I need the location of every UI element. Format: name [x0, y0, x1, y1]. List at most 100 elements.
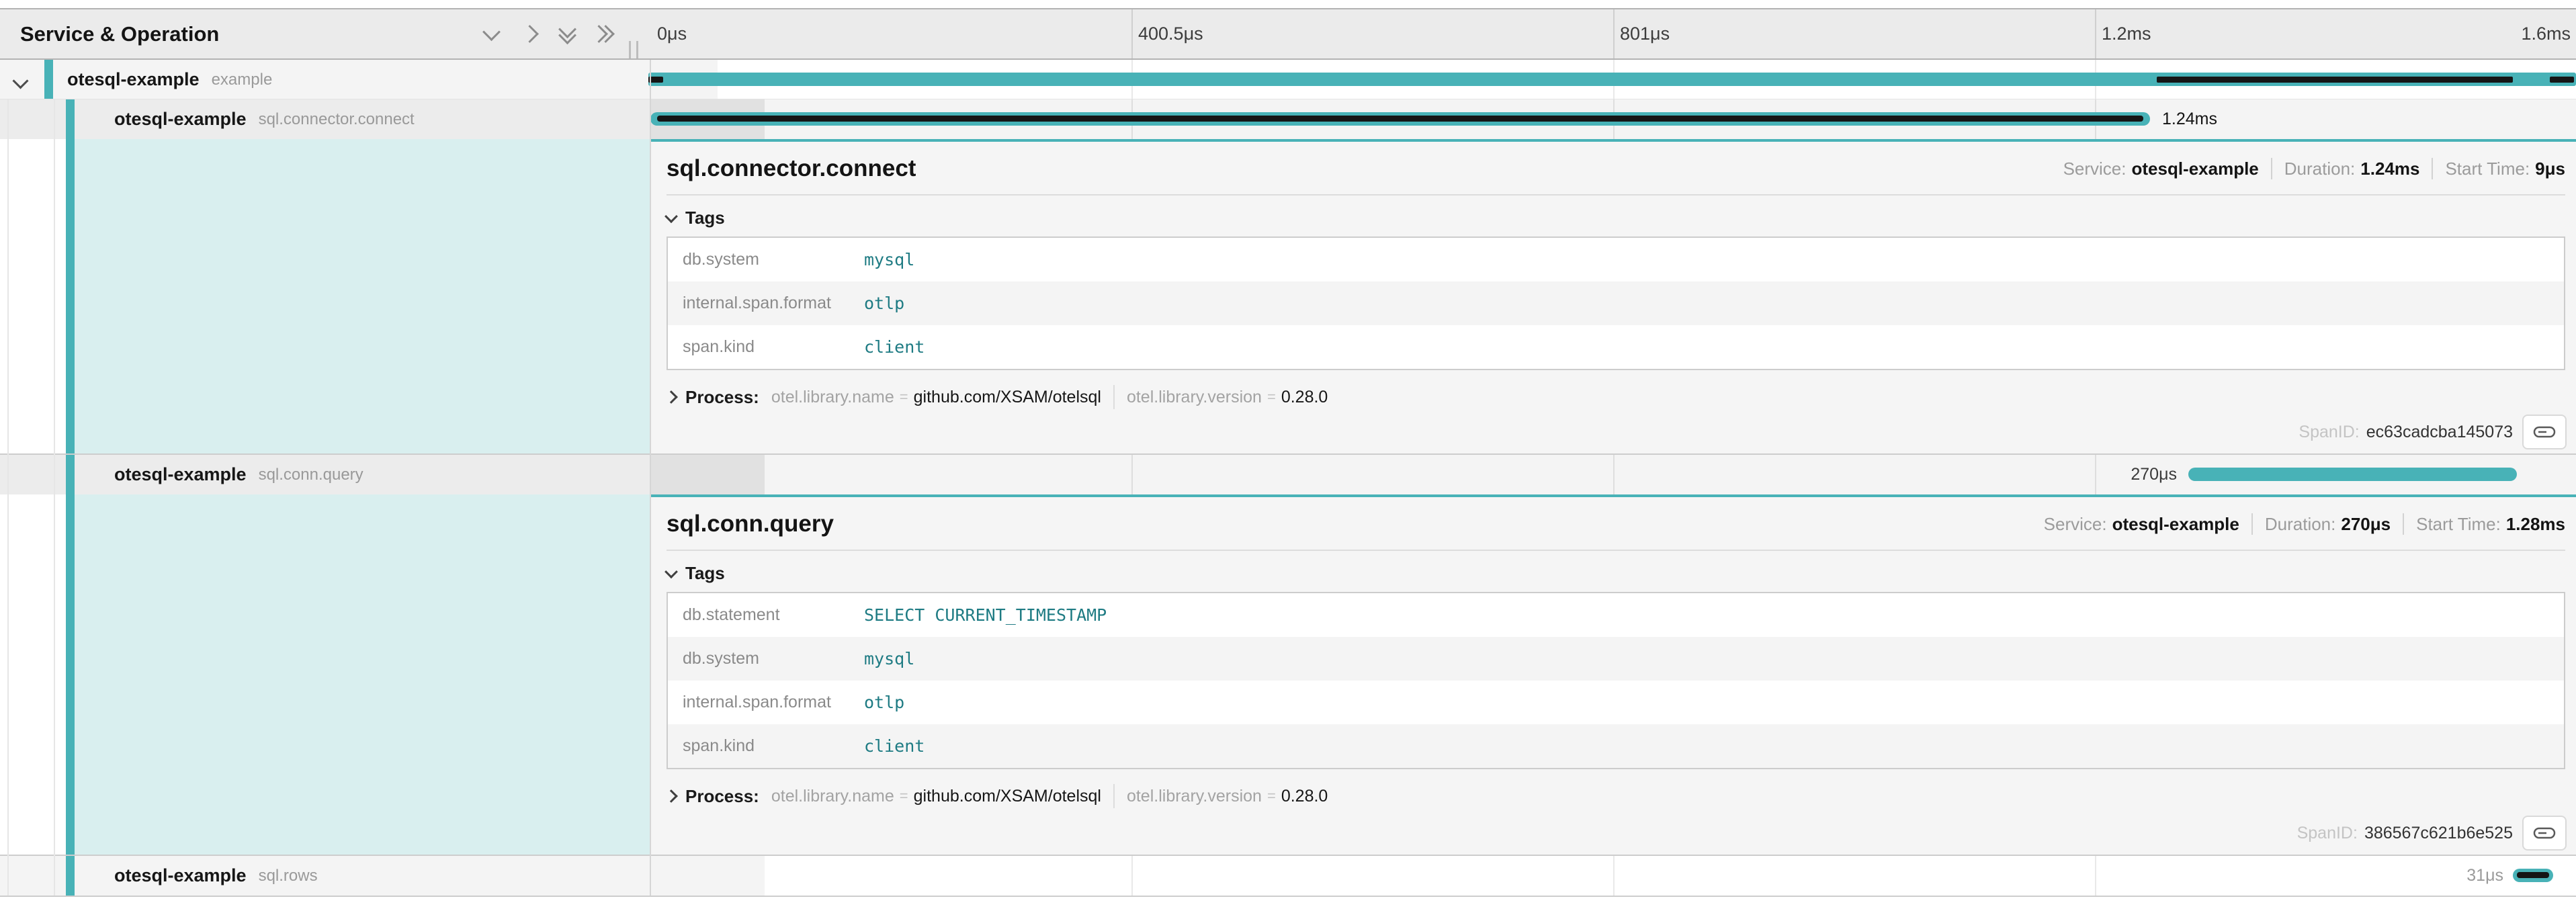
tag-value: client — [864, 337, 925, 357]
link-icon — [2532, 423, 2557, 441]
span-id-label: SpanID: — [2297, 824, 2358, 843]
span-duration-label: 270μs — [2076, 467, 2177, 482]
tags-section-label: Tags — [685, 563, 725, 584]
duration-value: 270μs — [2341, 514, 2391, 535]
tag-value: otlp — [864, 294, 904, 313]
copy-span-link-button[interactable] — [2522, 816, 2567, 851]
span-row-sql-rows[interactable]: otesql-example sql.rows — [0, 856, 2576, 896]
start-time-value: 9μs — [2535, 159, 2565, 179]
tag-row: span.kind client — [668, 724, 2564, 768]
process-key: otel.library.version — [1127, 388, 1262, 407]
child-span-mark — [2157, 77, 2513, 83]
process-value: github.com/XSAM/otelsql — [914, 787, 1101, 806]
tag-row: span.kind client — [668, 325, 2564, 369]
meta-divider — [2251, 513, 2253, 535]
double-chevron-down-icon — [561, 25, 574, 44]
meta-divider — [2403, 513, 2404, 535]
tags-section-toggle[interactable]: Tags — [667, 563, 2576, 584]
service-color-strip — [66, 856, 75, 896]
tag-key: db.statement — [683, 605, 864, 625]
chevron-down-icon — [482, 23, 501, 41]
timeline-header: Service & Operation 0μs 400.5μs 801μs 1.… — [0, 8, 2576, 60]
process-key: otel.library.name — [771, 388, 894, 407]
tree-guide-line — [54, 99, 55, 896]
tag-value: client — [864, 736, 925, 756]
span-duration-label: 1.24ms — [2162, 112, 2217, 126]
collapse-children-icon[interactable] — [12, 73, 28, 89]
span-detail-sql-conn-query: sql.conn.query Service:otesql-example Du… — [0, 494, 2576, 856]
tag-value: mysql — [864, 250, 914, 269]
service-name: otesql-example — [67, 69, 200, 90]
tag-row: db.system mysql — [668, 637, 2564, 681]
span-detail-panel: sql.connector.connect Service:otesql-exa… — [651, 139, 2576, 455]
tag-key: db.system — [683, 250, 864, 269]
service-color-strip — [66, 455, 75, 494]
timeline-tick-label: 0μs — [657, 9, 687, 58]
operation-name: example — [212, 71, 273, 89]
tag-value: SELECT CURRENT_TIMESTAMP — [864, 605, 1107, 625]
span-detail-title: sql.connector.connect — [667, 155, 916, 182]
tags-table: db.system mysql internal.span.format otl… — [667, 236, 2565, 370]
detail-divider — [667, 194, 2565, 196]
service-name: otesql-example — [114, 464, 247, 485]
process-section-toggle[interactable]: Process: otel.library.name = github.com/… — [667, 385, 2576, 409]
link-icon — [2532, 824, 2557, 842]
duration-value: 1.24ms — [2360, 159, 2419, 179]
tag-key: internal.span.format — [683, 294, 864, 313]
span-bar-sql-conn-query[interactable] — [2188, 468, 2517, 481]
tag-row: internal.span.format otlp — [668, 681, 2564, 724]
copy-span-link-button[interactable] — [2522, 415, 2567, 449]
span-detail-title: sql.conn.query — [667, 511, 834, 537]
tree-guide-line — [7, 99, 9, 896]
tags-section-toggle[interactable]: Tags — [667, 208, 2576, 228]
tags-table: db.statement SELECT CURRENT_TIMESTAMP db… — [667, 592, 2565, 769]
double-chevron-right-icon — [593, 28, 612, 40]
header-gridline — [2095, 9, 2096, 58]
operation-name: sql.rows — [259, 867, 318, 885]
process-label: Process: — [685, 387, 759, 408]
span-id-label: SpanID: — [2299, 423, 2359, 442]
timeline-tick-label: 801μs — [1620, 9, 1670, 58]
tag-key: internal.span.format — [683, 693, 864, 712]
column-resizer[interactable] — [629, 41, 638, 58]
tag-key: span.kind — [683, 736, 864, 756]
trace-timeline-view: otesql-example example otesql-example sq… — [0, 0, 2576, 911]
service-color-strip — [66, 139, 75, 455]
equals-sign: = — [900, 787, 908, 805]
header-gridline — [1131, 9, 1133, 58]
service-operation-header: Service & Operation — [20, 9, 219, 58]
service-value: otesql-example — [2112, 514, 2239, 535]
expand-all-button[interactable] — [587, 9, 617, 58]
tag-value: otlp — [864, 693, 904, 712]
list-bottom-border — [0, 896, 2576, 897]
top-strip — [0, 0, 2576, 8]
process-divider — [1113, 385, 1115, 409]
collapse-all-button[interactable] — [552, 9, 582, 58]
expand-one-button[interactable] — [515, 9, 544, 58]
span-timeline-cell[interactable] — [651, 856, 2576, 896]
tag-row: db.system mysql — [668, 238, 2564, 281]
meta-divider — [2271, 158, 2272, 179]
span-id-value: 386567c621b6e525 — [2364, 824, 2513, 843]
timeline-tick-label: 400.5μs — [1138, 9, 1203, 58]
tag-value: mysql — [864, 649, 914, 668]
service-color-strip — [66, 494, 75, 856]
expanded-span-indent-fill — [75, 139, 650, 455]
header-gridline — [1613, 9, 1615, 58]
detail-divider — [667, 550, 2565, 551]
duration-label: Duration: — [2265, 514, 2336, 535]
span-bar-sql-rows[interactable] — [2513, 869, 2553, 882]
process-label: Process: — [685, 786, 759, 807]
collapse-one-button[interactable] — [476, 9, 506, 58]
process-section-toggle[interactable]: Process: otel.library.name = github.com/… — [667, 784, 2576, 808]
span-id-row: SpanID: 386567c621b6e525 — [2297, 816, 2567, 851]
equals-sign: = — [900, 388, 908, 406]
span-duration-label: 31μs — [2405, 868, 2503, 883]
tag-key: span.kind — [683, 337, 864, 357]
operation-name: sql.conn.query — [259, 466, 363, 484]
span-name-cell[interactable]: otesql-example example — [0, 60, 718, 99]
span-bar-sql-connector-connect[interactable] — [650, 112, 2150, 126]
start-time-value: 1.28ms — [2506, 514, 2565, 535]
start-time-label: Start Time: — [2416, 514, 2501, 535]
start-time-label: Start Time: — [2445, 159, 2530, 179]
